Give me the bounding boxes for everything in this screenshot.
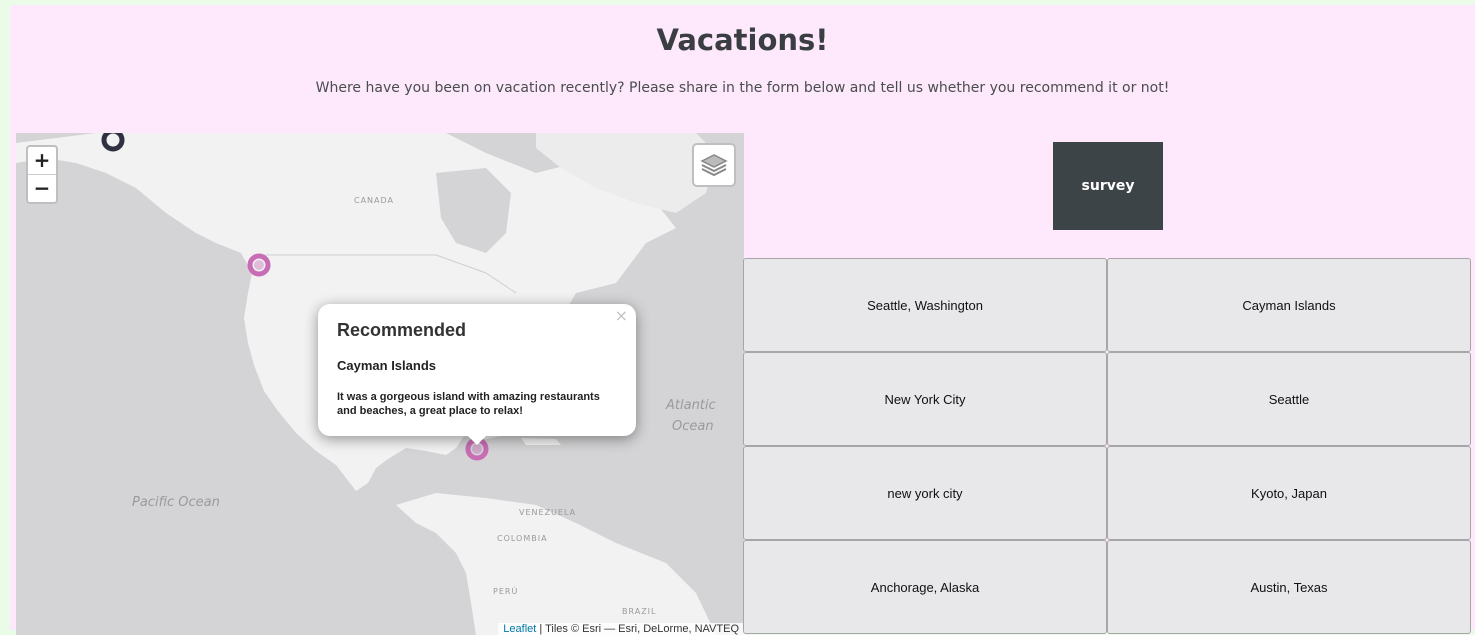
zoom-control: + −: [26, 145, 58, 204]
grid-item[interactable]: Seattle, Washington: [743, 258, 1107, 352]
vacation-grid: Seattle, Washington Cayman Islands New Y…: [743, 258, 1473, 634]
grid-item[interactable]: New York City: [743, 352, 1107, 446]
label-atlantic: Atlantic: [666, 398, 716, 413]
grid-item[interactable]: Seattle: [1107, 352, 1471, 446]
label-colombia: COLOMBIA: [497, 534, 548, 543]
grid-item[interactable]: new york city: [743, 446, 1107, 540]
page-container: Vacations! Where have you been on vacati…: [10, 5, 1475, 635]
map[interactable]: CANADA Atlantic Ocean Pacific Ocean VENE…: [16, 133, 744, 635]
label-venezuela: VENEZUELA: [519, 508, 577, 517]
popup-text: It was a gorgeous island with amazing re…: [337, 391, 600, 417]
popup-close-button[interactable]: ×: [615, 306, 628, 325]
layers-button[interactable]: [692, 143, 736, 187]
popup-tip: [465, 433, 489, 445]
zoom-out-button[interactable]: −: [28, 174, 56, 202]
survey-button[interactable]: survey: [1053, 142, 1163, 230]
zoom-in-button[interactable]: +: [28, 147, 56, 174]
grid-item[interactable]: Austin, Texas: [1107, 540, 1471, 634]
grid-item[interactable]: Cayman Islands: [1107, 258, 1471, 352]
map-popup: × Recommended Cayman Islands It was a go…: [318, 304, 636, 436]
layers-icon: [700, 154, 728, 177]
map-attribution: Leaflet | Tiles © Esri — Esri, DeLorme, …: [498, 623, 744, 635]
popup-place: Cayman Islands: [337, 358, 436, 373]
grid-item[interactable]: Anchorage, Alaska: [743, 540, 1107, 634]
label-ocean: Ocean: [672, 419, 714, 434]
grid-item[interactable]: Kyoto, Japan: [1107, 446, 1471, 540]
tiles-attribution: | Tiles © Esri — Esri, DeLorme, NAVTEQ: [536, 623, 739, 635]
page-subtitle: Where have you been on vacation recently…: [315, 80, 1170, 96]
label-canada: CANADA: [354, 196, 395, 205]
label-brazil: BRAZIL: [622, 607, 657, 616]
popup-heading: Recommended: [337, 320, 467, 340]
page-title: Vacations!: [656, 23, 829, 57]
label-peru: PERÚ: [493, 587, 519, 596]
label-pacific: Pacific Ocean: [132, 495, 220, 510]
leaflet-link[interactable]: Leaflet: [503, 623, 536, 635]
